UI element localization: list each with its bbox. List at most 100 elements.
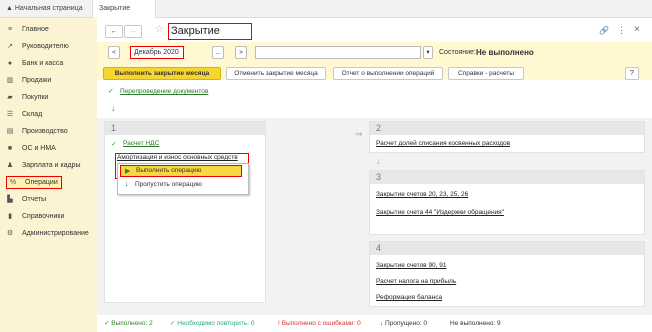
run-operation-label: Выполнить операцию: [136, 167, 202, 174]
sidebar-item-3[interactable]: ● Банк и касса: [4, 57, 92, 70]
repost-documents-link[interactable]: Перепроведение документов: [120, 88, 208, 95]
status-done: ✓ Выполнено: 2: [104, 320, 153, 327]
run-operation-icon: ▶: [125, 168, 131, 175]
cart-icon: ▰: [7, 94, 13, 101]
status-repeat: ✓ Необходимо повторить: 0: [170, 320, 255, 327]
sidebar-item-11[interactable]: ▙ Отчеты: [4, 193, 92, 206]
sales-icon: ▥: [6, 77, 14, 84]
sidebar-item-label: Администрирование: [22, 230, 89, 237]
indirect-costs-link[interactable]: Расчет долей списания косвенных расходов: [376, 140, 510, 147]
trend-icon: ↗: [7, 43, 13, 50]
close-accounts-90-link[interactable]: Закрытие счетов 90, 91: [376, 262, 447, 269]
skip-operation-item[interactable]: ↓ Пропустить операцию: [120, 179, 242, 191]
more-icon[interactable]: ⋮: [617, 25, 626, 36]
main-panel: ← → ☆ Закрытие месяца 🔗 ⋮ × < Декабрь 20…: [97, 18, 652, 332]
step-3-number: 3: [370, 171, 644, 184]
status-skipped: ↓ Пропущено: 0: [380, 320, 428, 327]
step-4-card: 4 Закрытие счетов 90, 91 Расчет налога н…: [369, 241, 645, 307]
state-label: Состояние:: [439, 49, 476, 56]
sidebar-item-label: Справочники: [22, 213, 65, 220]
sidebar-item-label: Отчеты: [22, 196, 47, 203]
sidebar-item-label: Производство: [22, 128, 68, 135]
step-4-number: 4: [370, 242, 644, 255]
run-month-close-button[interactable]: Выполнить закрытие месяца: [103, 67, 221, 80]
amortization-link[interactable]: Амортизация и износ основных средств: [117, 154, 238, 161]
assets-icon: ■: [7, 145, 13, 152]
tabs-bar: ▲ Начальная страница Закрытие месяца×: [0, 0, 652, 30]
reports-icon: ▙: [7, 196, 13, 203]
sidebar-item-5[interactable]: ▰ Покупки: [4, 91, 92, 104]
vat-calc-link[interactable]: Расчет НДС: [123, 140, 159, 147]
step-right-arrow-icon: ⇒: [355, 129, 363, 139]
operation-popup: ▶ Выполнить операцию ↓ Пропустить операц…: [117, 163, 249, 195]
bank-icon: ●: [7, 60, 13, 67]
run-operation-item[interactable]: ▶ Выполнить операцию: [120, 165, 242, 177]
organization-field[interactable]: [255, 46, 421, 59]
sidebar-item-label: Банк и касса: [22, 60, 64, 67]
close-form-icon[interactable]: ×: [634, 24, 640, 35]
repost-check-icon: ✓: [108, 88, 114, 95]
status-bar: ✓ Выполнено: 2 ✓ Необходимо повторить: 0…: [97, 315, 652, 332]
step-2-down-arrow-icon: ↓: [376, 156, 381, 166]
tab-home-label: Начальная страница: [14, 5, 83, 12]
sidebar-item-label: Руководителю: [22, 43, 69, 50]
tab-month-close[interactable]: Закрытие месяца×: [92, 0, 156, 30]
period-field[interactable]: Декабрь 2020: [130, 46, 184, 59]
state-value: Не выполнено: [476, 48, 534, 57]
forward-button[interactable]: →: [124, 25, 142, 38]
references-button[interactable]: Справки - расчеты: [448, 67, 524, 80]
status-not-done: Не выполнено: 9: [450, 320, 501, 327]
sidebar-item-6[interactable]: ☰ Склад: [4, 108, 92, 121]
sidebar-item-label: Зарплата и кадры: [22, 162, 81, 169]
step-1-number: 1: [105, 122, 265, 135]
favorite-star-icon[interactable]: ☆: [155, 24, 164, 35]
profit-tax-link[interactable]: Расчет налога на прибыль: [376, 278, 456, 285]
help-button[interactable]: ?: [625, 67, 639, 80]
sidebar-item-13[interactable]: ⚙ Администрирование: [4, 227, 92, 240]
steps-area: 1 ✓ Расчет НДС Амортизация и износ основ…: [97, 118, 652, 315]
main-menu-icon: ≡: [7, 26, 13, 33]
tab-home[interactable]: ▲ Начальная страница: [6, 0, 83, 18]
step-1-card: 1: [104, 121, 266, 303]
production-icon: ▤: [6, 128, 14, 135]
step-3-card: 3 Закрытие счетов 20, 23, 25, 26 Закрыти…: [369, 170, 645, 235]
page-title: Закрытие месяца: [168, 23, 252, 51]
sidebar-item-8[interactable]: ■ ОС и НМА: [4, 142, 92, 155]
skip-operation-label: Пропустить операцию: [135, 181, 202, 188]
sidebar-item-7[interactable]: ▤ Производство: [4, 125, 92, 138]
sidebar-item-label: ОС и НМА: [22, 145, 56, 152]
sidebar-item-label: Покупки: [22, 94, 49, 101]
operations-report-button[interactable]: Отчет о выполнении операций: [333, 67, 443, 80]
sidebar-item-12[interactable]: ▮ Справочники: [4, 210, 92, 223]
sidebar-item-9[interactable]: ♟ Зарплата и кадры: [4, 159, 92, 172]
sidebar-item-label: Главное: [22, 26, 49, 33]
sidebar: ≡ Главное ↗ Руководителю ● Банк и касса ▥ Прода…: [0, 18, 97, 332]
link-icon[interactable]: 🔗: [599, 26, 609, 35]
warehouse-icon: ☰: [6, 111, 14, 118]
skip-operation-icon: ↓: [125, 181, 129, 188]
cancel-month-close-button[interactable]: Отменить закрытие месяца: [226, 67, 326, 80]
status-errors: ! Выполнено с ошибками: 0: [278, 320, 361, 327]
step-2-number: 2: [370, 122, 644, 135]
period-prev-button[interactable]: <: [108, 46, 120, 59]
balance-reformation-link[interactable]: Реформация баланса: [376, 294, 442, 301]
close-account-44-link[interactable]: Закрытие счета 44 "Издержки обращения": [376, 209, 504, 216]
close-accounts-20-link[interactable]: Закрытие счетов 20, 23, 25, 26: [376, 191, 468, 198]
back-button[interactable]: ←: [105, 25, 123, 38]
sidebar-item-4[interactable]: ▥ Продажи: [4, 74, 92, 87]
repost-arrow-icon: ↓: [111, 103, 116, 113]
organization-dropdown-button[interactable]: ▾: [423, 46, 433, 59]
catalogs-icon: ▮: [8, 213, 12, 220]
period-next-button[interactable]: >: [235, 46, 247, 59]
salary-icon: ♟: [6, 162, 14, 169]
sidebar-item-label: Продажи: [22, 77, 52, 84]
step-2-card: 2 Расчет долей списания косвенных расход…: [369, 121, 645, 153]
period-select-button[interactable]: ...: [212, 46, 224, 59]
vat-check-icon: ✓: [111, 141, 117, 148]
sidebar-item-1[interactable]: ≡ Главное: [4, 23, 92, 36]
sidebar-item-10[interactable]: % Операции: [6, 176, 62, 189]
sidebar-item-label: Склад: [22, 111, 43, 118]
admin-icon: ⚙: [6, 230, 14, 237]
sidebar-item-2[interactable]: ↗ Руководителю: [4, 40, 92, 53]
sidebar-item-label: Операции: [25, 179, 58, 186]
